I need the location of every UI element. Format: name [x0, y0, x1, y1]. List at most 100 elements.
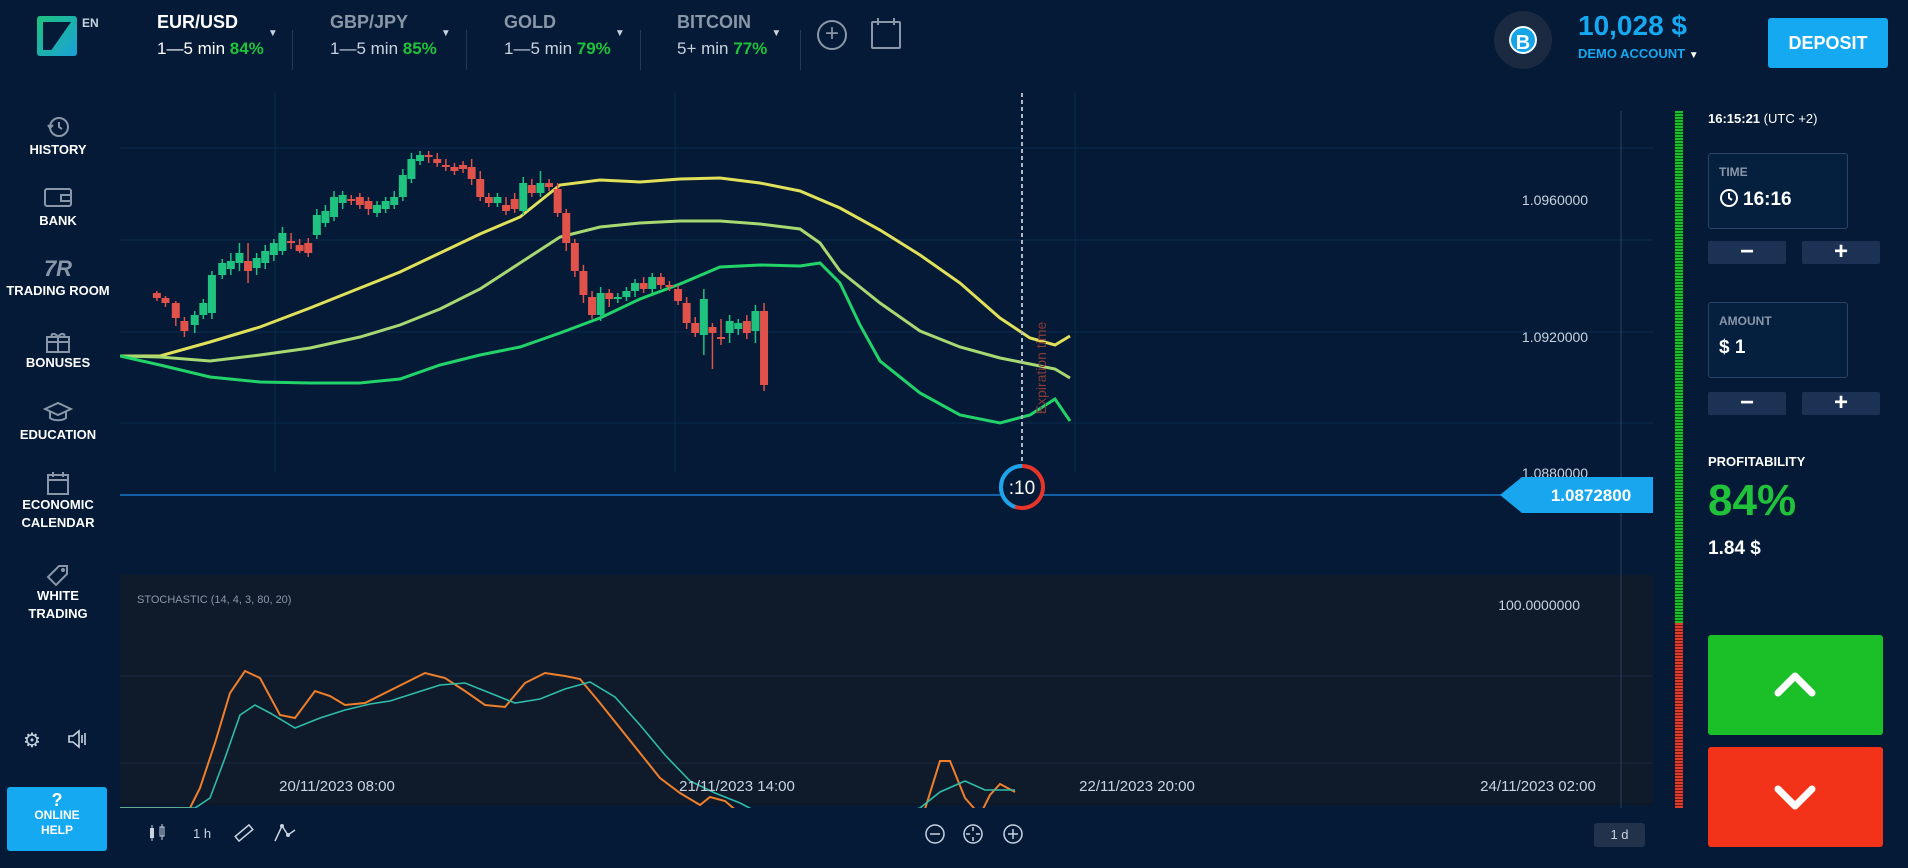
gift-icon: [0, 328, 116, 354]
sidebar-item-economic-calendar[interactable]: ECONOMIC CALENDAR: [0, 470, 116, 532]
price-tick: 1.0960000: [1522, 192, 1588, 208]
asset-tab-gbpjpy[interactable]: GBP/JPY 1—5 min 85% ▼: [330, 12, 451, 64]
chevron-down-icon[interactable]: ▼: [268, 28, 278, 39]
asset-payout: 77%: [733, 39, 768, 58]
avatar[interactable]: B: [1494, 11, 1552, 69]
sidebar-item-white-trading[interactable]: WHITE TRADING: [0, 561, 116, 623]
asset-period: 5+ min: [677, 39, 729, 58]
divider: [466, 30, 467, 70]
chevron-down-icon: ▼: [1688, 50, 1699, 61]
fit-screen-icon[interactable]: [962, 823, 984, 850]
sidebar-item-bank[interactable]: BANK: [0, 186, 116, 230]
help-question: ?: [51, 790, 63, 810]
upper-band: [120, 176, 1071, 358]
candle-body: [510, 199, 519, 209]
clock-icon: [1720, 189, 1738, 207]
candle-body: [330, 197, 339, 217]
brand-logo[interactable]: [37, 16, 77, 56]
candle-body: [588, 297, 597, 315]
price-chart[interactable]: Expiration time STOCHASTIC (14, 4, 3, 80…: [120, 93, 1653, 808]
call-up-button[interactable]: [1708, 635, 1883, 735]
candle-body: [252, 258, 261, 268]
gear-icon[interactable]: ⚙: [23, 728, 41, 753]
candle-body: [691, 323, 700, 333]
sidebar-item-history[interactable]: HISTORY: [0, 115, 116, 159]
candle-body: [760, 311, 769, 385]
candle-body: [579, 271, 588, 295]
candle-body: [398, 175, 407, 197]
time-label: TIME: [1719, 165, 1748, 179]
sidebar-item-trading-room[interactable]: 7R TRADING ROOM: [0, 256, 116, 300]
asset-tab-eurusd[interactable]: EUR/USD 1—5 min 84% ▼: [157, 12, 278, 64]
amount-field[interactable]: AMOUNT $ 1: [1708, 302, 1848, 378]
candle-body: [527, 185, 536, 193]
sidebar-item-bonuses[interactable]: BONUSES: [0, 328, 116, 372]
asset-tab-bitcoin[interactable]: BITCOIN 5+ min 77% ▼: [677, 12, 781, 64]
sidebar-item-education[interactable]: EDUCATION: [0, 400, 116, 444]
help-line-2: HELP: [40, 823, 73, 837]
sidebar-item-label: BANK: [39, 213, 77, 228]
candle-body: [648, 277, 657, 289]
chevron-down-icon[interactable]: ▼: [441, 28, 451, 39]
candle-body: [545, 183, 554, 187]
candle-body: [536, 183, 545, 193]
candle-body: [381, 201, 390, 209]
calendar-icon[interactable]: [871, 18, 901, 49]
amount-label: AMOUNT: [1719, 314, 1772, 328]
asset-tab-gold[interactable]: GOLD 1—5 min 79% ▼: [504, 12, 625, 64]
candle-body: [476, 179, 485, 197]
drawing-tools-icon[interactable]: [273, 823, 297, 848]
account-selector[interactable]: DEMO ACCOUNT ▼: [1578, 46, 1699, 61]
deposit-button[interactable]: DEPOSIT: [1768, 18, 1888, 68]
time-tick: 24/11/2023 02:00: [1480, 778, 1596, 795]
clock-timezone: (UTC +2): [1763, 111, 1818, 126]
asset-name: GBP/JPY: [330, 12, 409, 32]
balance: 10,028 $: [1578, 10, 1687, 41]
time-field[interactable]: TIME 16:16: [1708, 153, 1848, 229]
candle-body: [278, 233, 287, 251]
candle-body: [364, 201, 373, 209]
zoom-out-icon[interactable]: [924, 823, 946, 850]
chevron-down-icon: [1774, 785, 1816, 810]
candle-body: [347, 199, 356, 201]
chevron-down-icon[interactable]: ▼: [771, 28, 781, 39]
time-minus-button[interactable]: −: [1708, 240, 1786, 264]
trading-app: EN EUR/USD 1—5 min 84% ▼ GBP/JPY 1—5 min…: [0, 0, 1908, 868]
asset-payout: 84%: [229, 39, 264, 58]
amount-value: $ 1: [1719, 337, 1746, 358]
candle-body: [708, 327, 717, 333]
wallet-icon: [0, 186, 116, 212]
ruler-icon[interactable]: [233, 823, 255, 848]
candle-body: [459, 165, 468, 169]
trading-room-icon: 7R: [43, 256, 73, 281]
timeframe-selector[interactable]: 1 h: [193, 826, 211, 841]
amount-minus-button[interactable]: −: [1708, 391, 1786, 415]
candle-body: [751, 311, 760, 331]
asset-period: 1—5 min: [504, 39, 573, 58]
candle-body: [295, 245, 304, 251]
candle-body: [717, 337, 726, 339]
put-down-button[interactable]: [1708, 747, 1883, 847]
amount-plus-button[interactable]: +: [1802, 391, 1880, 415]
candle-body: [725, 321, 734, 333]
time-plus-button[interactable]: +: [1802, 240, 1880, 264]
candle-body: [338, 195, 347, 203]
candle-body: [321, 211, 330, 223]
plus-circle-icon[interactable]: +: [817, 20, 847, 50]
language-selector[interactable]: EN: [82, 16, 99, 30]
candle-body: [207, 275, 216, 313]
candle-type-icon[interactable]: [147, 823, 169, 848]
profitability-label: PROFITABILITY: [1708, 454, 1806, 469]
chevron-down-icon[interactable]: ▼: [615, 28, 625, 39]
online-help-button[interactable]: ? ONLINE HELP: [7, 787, 107, 851]
candle-body: [699, 299, 708, 335]
candle-body: [502, 205, 511, 211]
range-button[interactable]: 1 d: [1594, 823, 1645, 847]
candle-body: [235, 253, 244, 263]
zoom-in-icon[interactable]: [1002, 823, 1024, 850]
candle-body: [312, 215, 321, 235]
asset-name: EUR/USD: [157, 12, 239, 32]
speaker-icon[interactable]: [66, 728, 90, 755]
stochastic-label: STOCHASTIC (14, 4, 3, 80, 20): [137, 594, 291, 606]
profit-amount: 1.84 $: [1708, 538, 1761, 559]
